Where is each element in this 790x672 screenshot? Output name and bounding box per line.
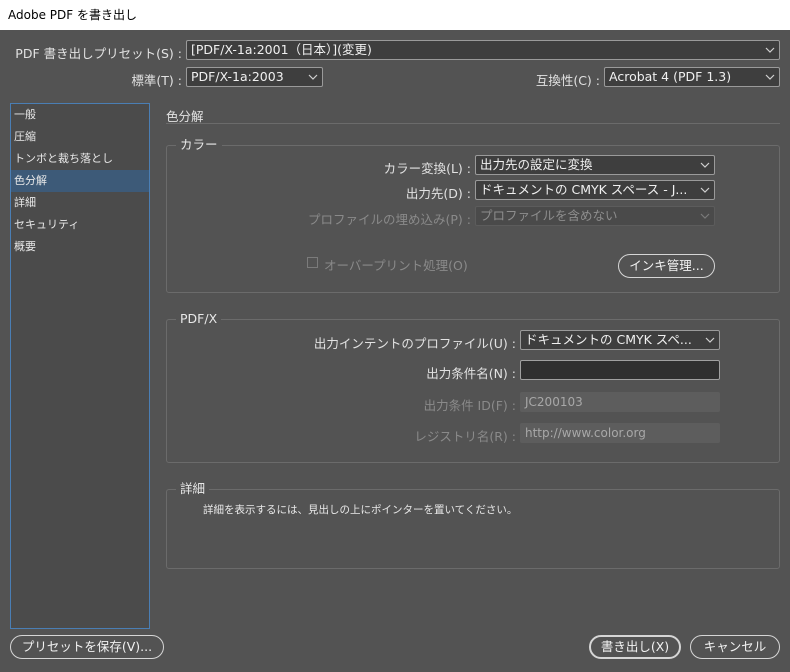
standard-dropdown[interactable]: PDF/X-1a:2003 — [186, 67, 323, 87]
pdfx-panel-title: PDF/X — [176, 312, 222, 326]
chevron-down-icon — [308, 74, 318, 80]
registry-field: http://www.color.org — [520, 423, 720, 443]
sidebar-item-compression[interactable]: 圧縮 — [11, 126, 149, 148]
section-divider — [166, 123, 780, 124]
sidebar-item-advanced[interactable]: 詳細 — [11, 192, 149, 214]
profile-embed-dropdown: プロファイルを含めない — [475, 206, 715, 226]
standard-label: 標準(T) : — [131, 73, 182, 88]
export-button[interactable]: 書き出し(X) — [589, 635, 681, 659]
profile-embed-value: プロファイルを含めない — [480, 208, 618, 223]
output-intent-label: 出力インテントのプロファイル(U) : — [313, 336, 516, 351]
chevron-down-icon — [700, 162, 710, 168]
condition-name-label: 出力条件名(N) : — [426, 366, 516, 381]
output-intent-value: ドキュメントの CMYK スペ... — [525, 332, 692, 347]
compat-label: 互換性(C) : — [535, 73, 600, 88]
sidebar-item-general[interactable]: 一般 — [11, 104, 149, 126]
sidebar-item-label: セキュリティ — [14, 218, 80, 231]
window-titlebar: Adobe PDF を書き出し — [0, 0, 790, 30]
destination-value: ドキュメントの CMYK スペース - J... — [480, 182, 688, 197]
sidebar-item-marks-bleeds[interactable]: トンボと裁ち落とし — [11, 148, 149, 170]
chevron-down-icon — [765, 47, 775, 53]
color-conversion-dropdown[interactable]: 出力先の設定に変換 — [475, 155, 715, 175]
condition-name-input[interactable] — [520, 360, 720, 380]
registry-label: レジストリ名(R) : — [414, 429, 516, 444]
condition-id-field: JC200103 — [520, 392, 720, 412]
output-intent-dropdown[interactable]: ドキュメントの CMYK スペ... — [520, 330, 720, 350]
chevron-down-icon — [700, 187, 710, 193]
sidebar-item-label: 概要 — [14, 240, 36, 253]
compat-value: Acrobat 4 (PDF 1.3) — [609, 69, 732, 84]
sidebar-item-label: 詳細 — [14, 196, 36, 209]
preset-value: [PDF/X-1a:2001（日本）](変更) — [191, 42, 372, 57]
preset-label: PDF 書き出しプリセット(S) : — [15, 46, 182, 61]
chevron-down-icon — [765, 74, 775, 80]
sidebar-item-label: 色分解 — [14, 174, 47, 187]
condition-id-label: 出力条件 ID(F) : — [423, 398, 516, 413]
destination-label: 出力先(D) : — [405, 186, 471, 201]
profile-embed-label: プロファイルの埋め込み(P) : — [308, 212, 471, 227]
overprint-label: オーバープリント処理(O) — [324, 258, 468, 273]
details-panel — [166, 489, 780, 569]
color-panel-title: カラー — [176, 138, 222, 152]
ink-manager-button[interactable]: インキ管理... — [618, 254, 715, 278]
sidebar-item-output[interactable]: 色分解 — [11, 170, 149, 192]
sidebar-item-security[interactable]: セキュリティ — [11, 214, 149, 236]
sidebar-item-label: 一般 — [14, 108, 36, 121]
save-preset-button[interactable]: プリセットを保存(V)... — [10, 635, 164, 659]
compat-dropdown[interactable]: Acrobat 4 (PDF 1.3) — [604, 67, 780, 87]
sidebar-item-summary[interactable]: 概要 — [11, 236, 149, 258]
color-conversion-label: カラー変換(L) : — [383, 161, 471, 176]
sidebar-item-label: 圧縮 — [14, 130, 36, 143]
sidebar: 一般 圧縮 トンボと裁ち落とし 色分解 詳細 セキュリティ 概要 — [10, 103, 150, 629]
details-text: 詳細を表示するには、見出しの上にポインターを置いてください。 — [203, 504, 518, 516]
overprint-checkbox — [307, 257, 318, 268]
chevron-down-icon — [700, 213, 710, 219]
window-title: Adobe PDF を書き出し — [8, 8, 137, 22]
chevron-down-icon — [705, 337, 715, 343]
sidebar-item-label: トンボと裁ち落とし — [14, 152, 113, 165]
preset-dropdown[interactable]: [PDF/X-1a:2001（日本）](変更) — [186, 40, 780, 60]
details-panel-title: 詳細 — [176, 482, 210, 496]
standard-value: PDF/X-1a:2003 — [191, 69, 284, 84]
color-conversion-value: 出力先の設定に変換 — [480, 157, 593, 172]
cancel-button[interactable]: キャンセル — [690, 635, 780, 659]
destination-dropdown[interactable]: ドキュメントの CMYK スペース - J... — [475, 180, 715, 200]
